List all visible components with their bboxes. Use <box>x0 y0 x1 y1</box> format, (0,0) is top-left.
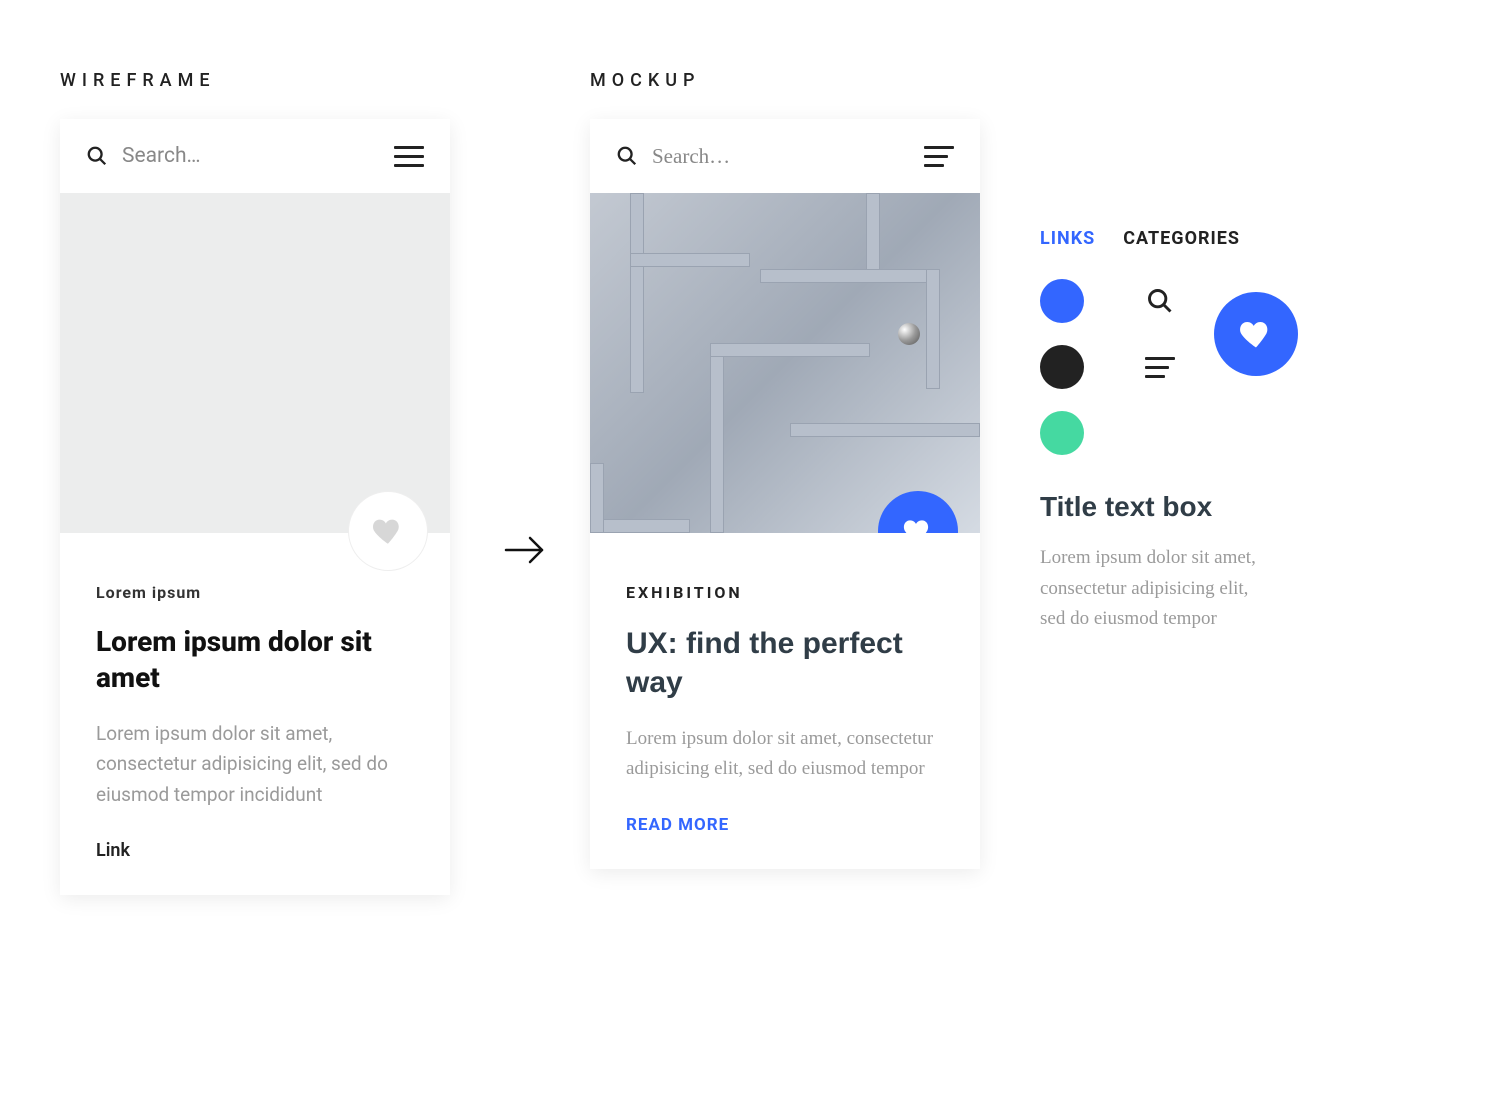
style-tabs: LINKS CATEGORIES <box>1040 228 1320 249</box>
tab-links[interactable]: LINKS <box>1040 228 1095 249</box>
swatch-dark[interactable] <box>1040 345 1084 389</box>
mockup-label: MOCKUP <box>590 70 990 91</box>
hero-image-placeholder <box>60 193 450 533</box>
wireframe-label: WIREFRAME <box>60 70 460 91</box>
search-input[interactable]: Search… <box>652 144 910 169</box>
search-icon <box>1134 287 1186 315</box>
article-eyebrow: EXHIBITION <box>626 583 944 602</box>
hero-image <box>590 193 980 533</box>
menu-icon <box>1134 357 1186 378</box>
menu-icon[interactable] <box>924 146 954 167</box>
mockup-card: Search… EXHIBITION UX: fi <box>590 119 980 869</box>
search-input[interactable]: Search… <box>122 144 380 168</box>
article-eyebrow: Lorem ipsum <box>96 583 414 602</box>
read-more-link[interactable]: Link <box>96 840 414 861</box>
article-title: UX: find the perfect way <box>626 624 944 702</box>
search-bar[interactable]: Search… <box>590 119 980 193</box>
search-bar[interactable]: Search… <box>60 119 450 193</box>
favorite-button[interactable] <box>348 491 428 571</box>
swatch-mint[interactable] <box>1040 411 1084 455</box>
search-icon <box>86 145 108 167</box>
article-description: Lorem ipsum dolor sit amet, consectetur … <box>626 724 944 785</box>
wireframe-card: Search… Lorem ipsum Lorem ipsum dolor si… <box>60 119 450 895</box>
swatch-blue[interactable] <box>1040 279 1084 323</box>
arrow-right-icon <box>504 535 546 565</box>
sidebar-body: Lorem ipsum dolor sit amet, consectetur … <box>1040 543 1270 634</box>
favorite-button-large[interactable] <box>1214 292 1298 376</box>
menu-icon[interactable] <box>394 146 424 167</box>
search-icon <box>616 145 638 167</box>
read-more-link[interactable]: READ MORE <box>626 815 944 835</box>
sidebar-title: Title text box <box>1040 489 1320 525</box>
article-title: Lorem ipsum dolor sit amet <box>96 624 414 697</box>
article-description: Lorem ipsum dolor sit amet, consectetur … <box>96 719 414 810</box>
tab-categories[interactable]: CATEGORIES <box>1123 228 1240 249</box>
